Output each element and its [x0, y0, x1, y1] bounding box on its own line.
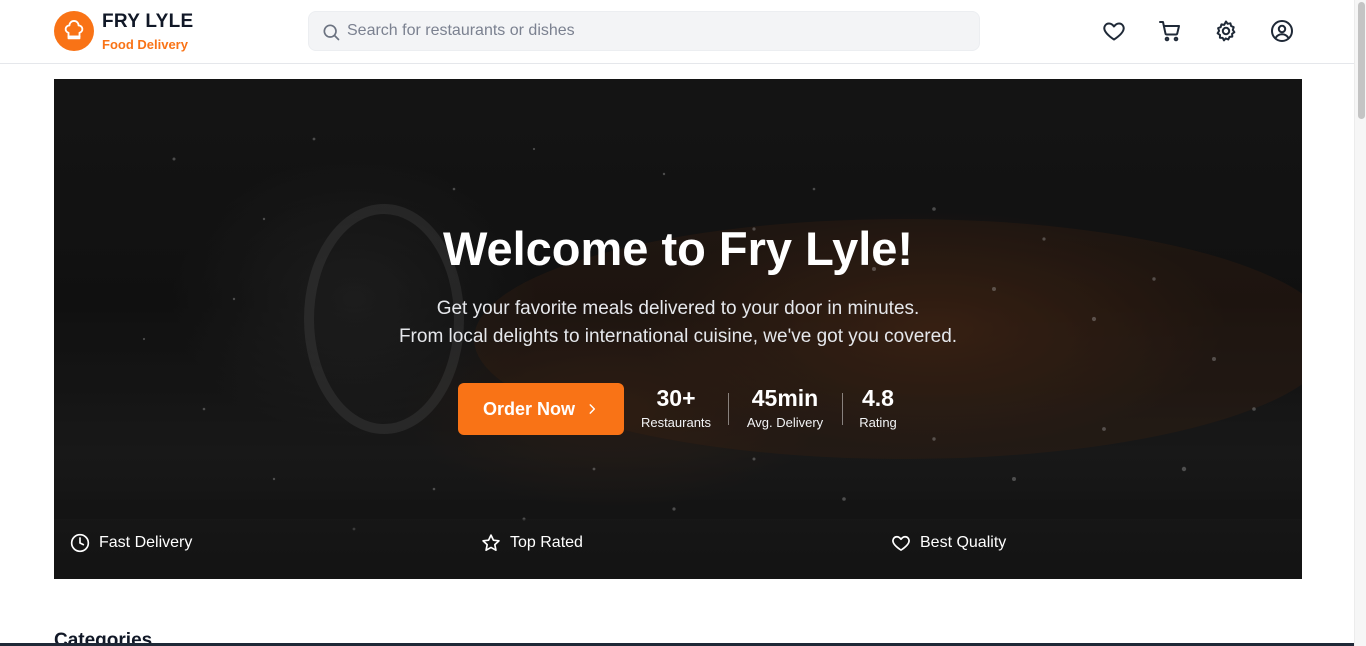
search-icon	[323, 24, 340, 41]
heart-icon	[892, 535, 910, 551]
user-account-icon[interactable]	[1269, 18, 1295, 44]
star-icon	[482, 534, 500, 552]
search-bar[interactable]	[308, 11, 980, 51]
hero-banner: Welcome to Fry Lyle! Get your favorite m…	[54, 79, 1302, 579]
brand-name[interactable]: FRY LYLE	[102, 11, 193, 33]
stat-restaurants: 30+ Restaurants	[636, 385, 716, 430]
feature-label: Fast Delivery	[99, 534, 193, 551]
hero-title: Welcome to Fry Lyle!	[442, 222, 914, 275]
hero-subtitle-line-2: From local delights to international cui…	[398, 326, 958, 347]
cart-icon[interactable]	[1157, 18, 1183, 44]
feature-label: Best Quality	[920, 534, 1007, 551]
hero-subtitle-line-1: Get your favorite meals delivered to you…	[436, 298, 920, 319]
stat-avg-delivery: 45min Avg. Delivery	[740, 385, 830, 430]
stat-label: Avg. Delivery	[746, 415, 824, 430]
feature-best-quality: Best Quality	[891, 533, 1006, 553]
settings-gear-icon[interactable]	[1213, 18, 1239, 44]
stat-value: 45min	[751, 385, 819, 411]
scrollbar-thumb[interactable]	[1358, 2, 1365, 119]
chef-hat-logo-icon[interactable]	[54, 11, 94, 51]
stat-label: Restaurants	[640, 415, 712, 430]
heart-icon[interactable]	[1101, 18, 1127, 44]
top-navigation-bar: FRY LYLE Food Delivery	[0, 0, 1354, 64]
stat-rating: 4.8 Rating	[852, 385, 904, 430]
chevron-right-icon	[589, 404, 596, 414]
stat-value: 30+	[656, 385, 696, 411]
clock-icon	[70, 533, 90, 553]
page-scrollbar[interactable]	[1354, 0, 1366, 646]
search-input[interactable]	[347, 12, 967, 50]
order-now-label: Order Now	[482, 398, 575, 419]
stat-label: Rating	[859, 415, 897, 430]
order-now-button[interactable]: Order Now	[458, 383, 624, 435]
stat-divider	[728, 393, 729, 425]
stat-divider	[842, 393, 843, 425]
feature-fast-delivery: Fast Delivery	[70, 533, 192, 553]
feature-top-rated: Top Rated	[481, 533, 583, 553]
feature-label: Top Rated	[510, 534, 583, 551]
stat-value: 4.8	[862, 385, 894, 411]
brand-tagline: Food Delivery	[102, 37, 188, 52]
